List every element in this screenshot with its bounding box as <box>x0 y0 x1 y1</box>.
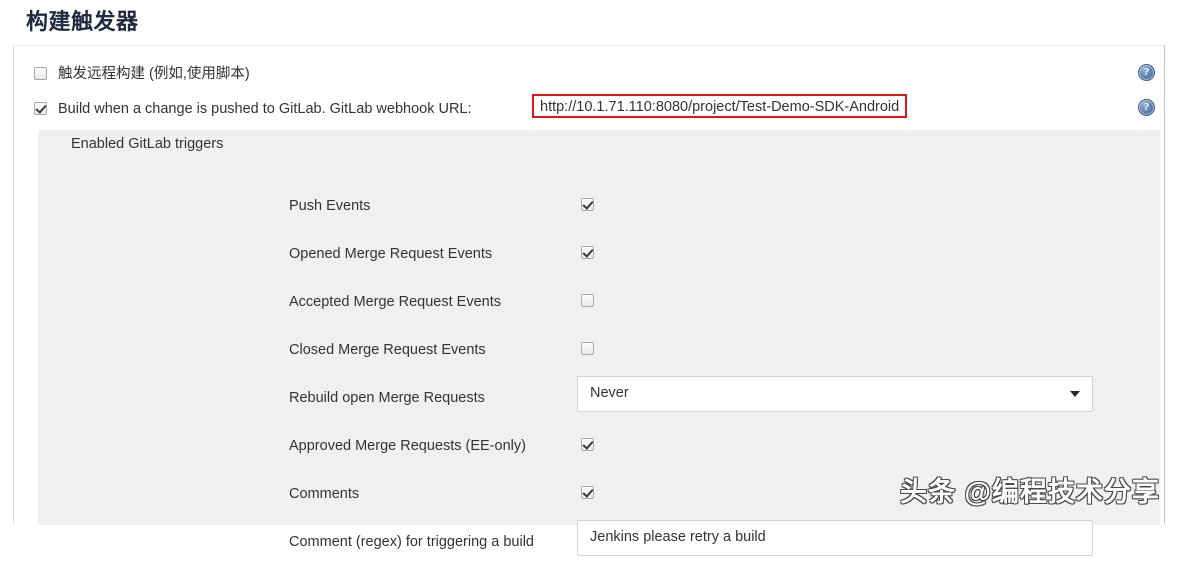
enabled-gitlab-triggers-panel: Enabled GitLab triggers Push Events Open… <box>38 130 1160 556</box>
watermark: 头条 @编程技术分享 <box>900 477 1160 507</box>
label-rebuild-open-merge-requests: Rebuild open Merge Requests <box>289 390 485 406</box>
checkbox-opened-merge-request-events[interactable] <box>581 246 594 259</box>
input-comment-regex-value: Jenkins please retry a build <box>590 529 766 545</box>
label-comments: Comments <box>289 486 360 502</box>
help-icon-glyph: ? <box>1143 101 1150 113</box>
checkbox-comments[interactable] <box>581 486 594 499</box>
checkbox-push-events[interactable] <box>581 198 594 211</box>
trigger-remote-build-row: 触发远程构建 (例如,使用脚本) ? <box>14 58 1164 92</box>
page-title: 构建触发器 <box>26 9 139 34</box>
label-comment-regex: Comment (regex) for triggering a build <box>289 534 534 550</box>
select-rebuild-open-merge-requests[interactable]: Never <box>577 376 1093 412</box>
build-triggers-panel: 触发远程构建 (例如,使用脚本) ? Build when a change i… <box>13 45 1165 556</box>
input-comment-regex[interactable]: Jenkins please retry a build <box>577 520 1093 556</box>
help-icon-remote-build[interactable]: ? <box>1138 64 1155 81</box>
trigger-gitlab-push-row: Build when a change is pushed to GitLab.… <box>14 93 1164 127</box>
checkbox-closed-merge-request-events[interactable] <box>581 342 594 355</box>
checkbox-accepted-merge-request-events[interactable] <box>581 294 594 307</box>
help-icon-gitlab-push[interactable]: ? <box>1138 99 1155 116</box>
label-approved-merge-requests: Approved Merge Requests (EE-only) <box>289 438 526 454</box>
select-rebuild-value: Never <box>590 385 629 401</box>
checkbox-trigger-remote-build[interactable] <box>34 67 47 80</box>
trigger-row-accepted-merge-request-events: Accepted Merge Request Events <box>38 292 1160 340</box>
label-enabled-gitlab-triggers: Enabled GitLab triggers <box>71 136 224 152</box>
trigger-row-rebuild-open-merge-requests: Rebuild open Merge Requests Never <box>38 376 1160 436</box>
checkbox-build-on-gitlab-push[interactable] <box>34 102 47 115</box>
trigger-row-comment-regex: Comment (regex) for triggering a build J… <box>38 520 1160 580</box>
help-icon-glyph: ? <box>1143 66 1150 78</box>
checkbox-approved-merge-requests[interactable] <box>581 438 594 451</box>
label-push-events: Push Events <box>289 198 371 214</box>
trigger-row-opened-merge-request-events: Opened Merge Request Events <box>38 244 1160 292</box>
label-build-on-gitlab-push: Build when a change is pushed to GitLab.… <box>58 101 472 117</box>
label-trigger-remote-build: 触发远程构建 (例如,使用脚本) <box>58 66 250 82</box>
gitlab-webhook-url: http://10.1.71.110:8080/project/Test-Dem… <box>532 94 908 118</box>
label-accepted-merge-request-events: Accepted Merge Request Events <box>289 294 501 310</box>
label-closed-merge-request-events: Closed Merge Request Events <box>289 342 486 358</box>
chevron-down-icon <box>1070 391 1080 397</box>
trigger-row-push-events: Push Events <box>38 196 1160 244</box>
label-opened-merge-request-events: Opened Merge Request Events <box>289 246 493 262</box>
